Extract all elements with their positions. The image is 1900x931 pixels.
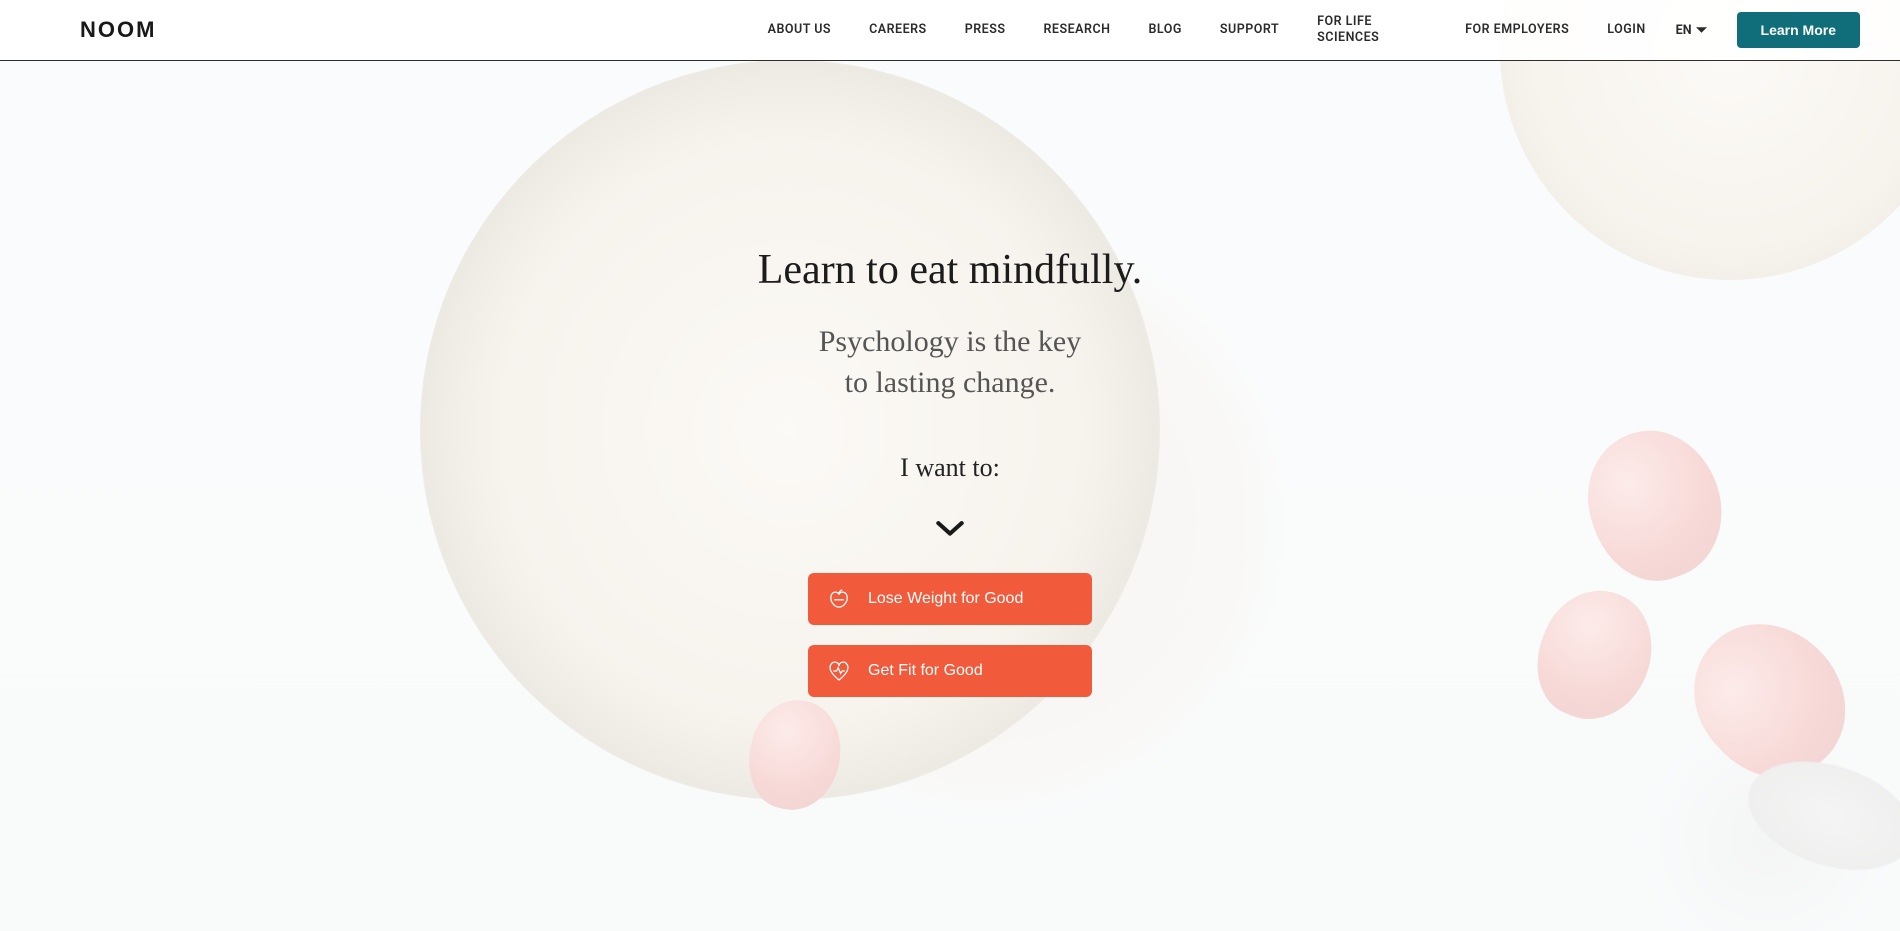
- chevron-down-icon: [936, 519, 964, 539]
- hero-content: Learn to eat mindfully. Psychology is th…: [0, 61, 1900, 697]
- option-label: Lose Weight for Good: [868, 590, 1023, 608]
- hero-subhead: Psychology is the key to lasting change.: [819, 322, 1082, 403]
- option-lose-weight[interactable]: Lose Weight for Good: [808, 573, 1092, 625]
- option-label: Get Fit for Good: [868, 662, 983, 680]
- hero-subhead-line1: Psychology is the key: [819, 322, 1082, 363]
- brand-logo[interactable]: NOOM: [80, 17, 156, 43]
- nav-careers[interactable]: CAREERS: [869, 22, 927, 38]
- option-get-fit[interactable]: Get Fit for Good: [808, 645, 1092, 697]
- hero-prompt: I want to:: [900, 453, 1000, 483]
- site-header: NOOM ABOUT US CAREERS PRESS RESEARCH BLO…: [0, 0, 1900, 61]
- primary-nav: ABOUT US CAREERS PRESS RESEARCH BLOG SUP…: [768, 12, 1860, 48]
- nav-login[interactable]: LOGIN: [1607, 22, 1645, 38]
- language-selector[interactable]: EN: [1676, 23, 1707, 38]
- nav-press[interactable]: PRESS: [965, 22, 1006, 38]
- chevron-down-icon: [1696, 25, 1707, 36]
- learn-more-button[interactable]: Learn More: [1737, 12, 1860, 48]
- hero-headline: Learn to eat mindfully.: [758, 246, 1142, 294]
- nav-for-life-sciences[interactable]: FOR LIFE SCIENCES: [1317, 14, 1427, 45]
- nav-for-employers[interactable]: FOR EMPLOYERS: [1465, 22, 1569, 38]
- nav-right-group: LOGIN EN Learn More: [1607, 12, 1860, 48]
- apple-icon: [826, 586, 852, 612]
- scroll-down-button[interactable]: [936, 519, 964, 543]
- hero-subhead-line2: to lasting change.: [819, 363, 1082, 404]
- nav-blog[interactable]: BLOG: [1148, 22, 1181, 38]
- heart-pulse-icon: [826, 658, 852, 684]
- nav-support[interactable]: SUPPORT: [1220, 22, 1279, 38]
- language-label: EN: [1676, 23, 1692, 38]
- nav-about-us[interactable]: ABOUT US: [768, 22, 831, 38]
- nav-research[interactable]: RESEARCH: [1043, 22, 1110, 38]
